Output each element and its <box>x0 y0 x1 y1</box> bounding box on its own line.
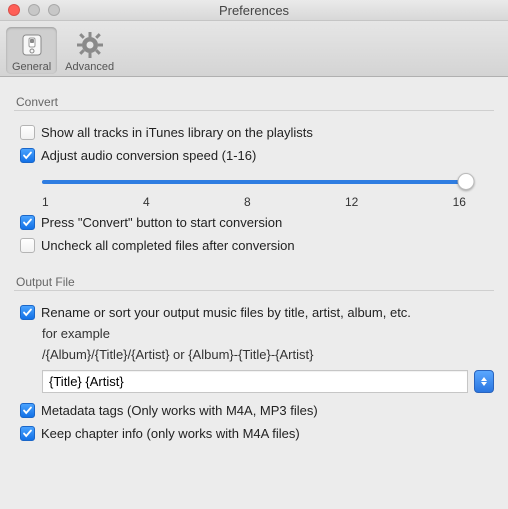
row-metadata[interactable]: Metadata tags (Only works with M4A, MP3 … <box>14 399 494 422</box>
close-button[interactable] <box>8 4 20 16</box>
tick: 12 <box>345 195 358 209</box>
checkbox-uncheck-completed[interactable] <box>20 238 35 253</box>
traffic-lights <box>0 4 60 16</box>
chevron-up-icon <box>481 377 487 381</box>
titlebar: Preferences <box>0 0 508 21</box>
switch-icon <box>17 30 47 60</box>
rename-format-input[interactable] <box>42 370 468 393</box>
speed-slider[interactable] <box>42 173 466 191</box>
slider-fill <box>42 180 466 184</box>
toolbar: General Advanced <box>0 21 508 77</box>
tab-label: General <box>12 61 51 73</box>
label-rename: Rename or sort your output music files b… <box>41 305 411 320</box>
speed-slider-wrap: 1 4 8 12 16 <box>14 167 494 211</box>
tick: 4 <box>143 195 150 209</box>
divider <box>14 110 494 111</box>
checkbox-rename[interactable] <box>20 305 35 320</box>
checkbox-press-convert[interactable] <box>20 215 35 230</box>
label-metadata: Metadata tags (Only works with M4A, MP3 … <box>41 403 318 418</box>
row-uncheck-completed[interactable]: Uncheck all completed files after conver… <box>14 234 494 257</box>
tick: 16 <box>453 195 466 209</box>
minimize-button[interactable] <box>28 4 40 16</box>
rename-example-prefix: for example <box>14 324 494 341</box>
zoom-button[interactable] <box>48 4 60 16</box>
tick: 1 <box>42 195 49 209</box>
rename-format-row <box>14 364 494 399</box>
group-label-output: Output File <box>14 275 494 289</box>
label-press-convert: Press "Convert" button to start conversi… <box>41 215 282 230</box>
row-press-convert[interactable]: Press "Convert" button to start conversi… <box>14 211 494 234</box>
checkbox-metadata[interactable] <box>20 403 35 418</box>
rename-format-picker[interactable] <box>474 370 494 393</box>
label-chapter: Keep chapter info (only works with M4A f… <box>41 426 300 441</box>
rename-example: /{Album}/{Title}/{Artist} or {Album}-{Ti… <box>14 341 494 364</box>
group-label-convert: Convert <box>14 95 494 109</box>
window-title: Preferences <box>0 3 508 18</box>
tick: 8 <box>244 195 251 209</box>
slider-knob[interactable] <box>458 173 475 190</box>
slider-ticks: 1 4 8 12 16 <box>42 195 466 209</box>
row-adjust-speed[interactable]: Adjust audio conversion speed (1-16) <box>14 144 494 167</box>
tab-general[interactable]: General <box>6 27 57 74</box>
tab-advanced[interactable]: Advanced <box>59 27 120 74</box>
divider <box>14 290 494 291</box>
checkbox-adjust-speed[interactable] <box>20 148 35 163</box>
gear-icon <box>75 30 105 60</box>
tab-label: Advanced <box>65 61 114 73</box>
chevron-down-icon <box>481 382 487 386</box>
checkbox-show-all[interactable] <box>20 125 35 140</box>
label-show-all: Show all tracks in iTunes library on the… <box>41 125 313 140</box>
row-rename[interactable]: Rename or sort your output music files b… <box>14 301 494 324</box>
row-chapter[interactable]: Keep chapter info (only works with M4A f… <box>14 422 494 445</box>
content: Convert Show all tracks in iTunes librar… <box>0 77 508 455</box>
checkbox-chapter[interactable] <box>20 426 35 441</box>
row-show-all[interactable]: Show all tracks in iTunes library on the… <box>14 121 494 144</box>
label-uncheck-completed: Uncheck all completed files after conver… <box>41 238 295 253</box>
label-adjust-speed: Adjust audio conversion speed (1-16) <box>41 148 256 163</box>
